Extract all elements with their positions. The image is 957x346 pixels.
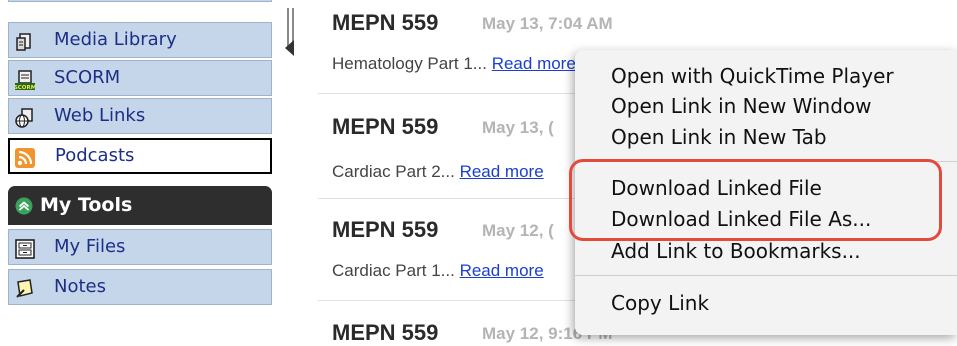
sidebar-item-label: Notes (54, 276, 106, 297)
read-more-link[interactable]: Read more (460, 261, 544, 280)
my-tools-label: My Tools (40, 194, 133, 216)
sidebar: Media Library SCORM SCORM Web Links Podc… (0, 0, 275, 339)
divider (318, 198, 578, 199)
post-title: MEPN 559 (332, 10, 439, 35)
sidebar-item-my-files[interactable]: My Files (8, 229, 272, 265)
svg-text:SCORM: SCORM (15, 85, 35, 90)
files-icon (15, 239, 35, 259)
read-more-link[interactable]: Read more (460, 162, 544, 181)
menu-item-add-bookmark[interactable]: Add Link to Bookmarks... (611, 239, 861, 263)
menu-item-open-quicktime[interactable]: Open with QuickTime Player (611, 64, 894, 88)
post-title: MEPN 559 (332, 320, 439, 345)
menu-item-open-new-tab[interactable]: Open Link in New Tab (611, 125, 827, 149)
menu-item-copy-link[interactable]: Copy Link (611, 291, 709, 315)
my-tools-header[interactable]: My Tools (8, 186, 272, 225)
highlight-annotation (569, 159, 942, 241)
read-more-link[interactable]: Read more (492, 54, 576, 73)
post-desc: Cardiac Part 1... Read more (332, 261, 544, 280)
notes-icon (16, 279, 33, 298)
post-title: MEPN 559 (332, 217, 439, 242)
post-date: May 13, 7:04 AM (482, 14, 613, 33)
sidebar-item-label: Web Links (54, 105, 146, 126)
post-title: MEPN 559 (332, 114, 439, 139)
sidebar-item-label: SCORM (54, 67, 121, 88)
sidebar-item-label: Podcasts (55, 145, 135, 166)
divider (318, 300, 578, 301)
divider (318, 93, 578, 94)
post-desc: Cardiac Part 2... Read more (332, 162, 544, 181)
sidebar-item-scorm[interactable]: SCORM SCORM (8, 60, 272, 96)
menu-separator (575, 275, 957, 276)
web-links-icon (15, 108, 33, 128)
sidebar-item-media-library[interactable]: Media Library (8, 22, 272, 58)
post-date: May 13, ( (482, 118, 554, 137)
post-desc: Hematology Part 1... Read more (332, 54, 576, 73)
sidebar-item-podcasts[interactable]: Podcasts (8, 138, 272, 174)
media-library-icon (16, 33, 31, 51)
rss-icon (15, 148, 35, 168)
sidebar-item-web-links[interactable]: Web Links (8, 98, 272, 134)
scorm-icon: SCORM (15, 70, 35, 90)
menu-item-open-new-window[interactable]: Open Link in New Window (611, 94, 872, 118)
collapse-arrow-icon[interactable] (285, 40, 294, 56)
sidebar-item-cut (8, 0, 272, 2)
post-date: May 12, ( (482, 221, 554, 240)
sidebar-item-notes[interactable]: Notes (8, 269, 272, 305)
chevron-up-icon (15, 197, 33, 215)
sidebar-item-label: My Files (54, 236, 126, 257)
sidebar-item-label: Media Library (54, 29, 177, 50)
